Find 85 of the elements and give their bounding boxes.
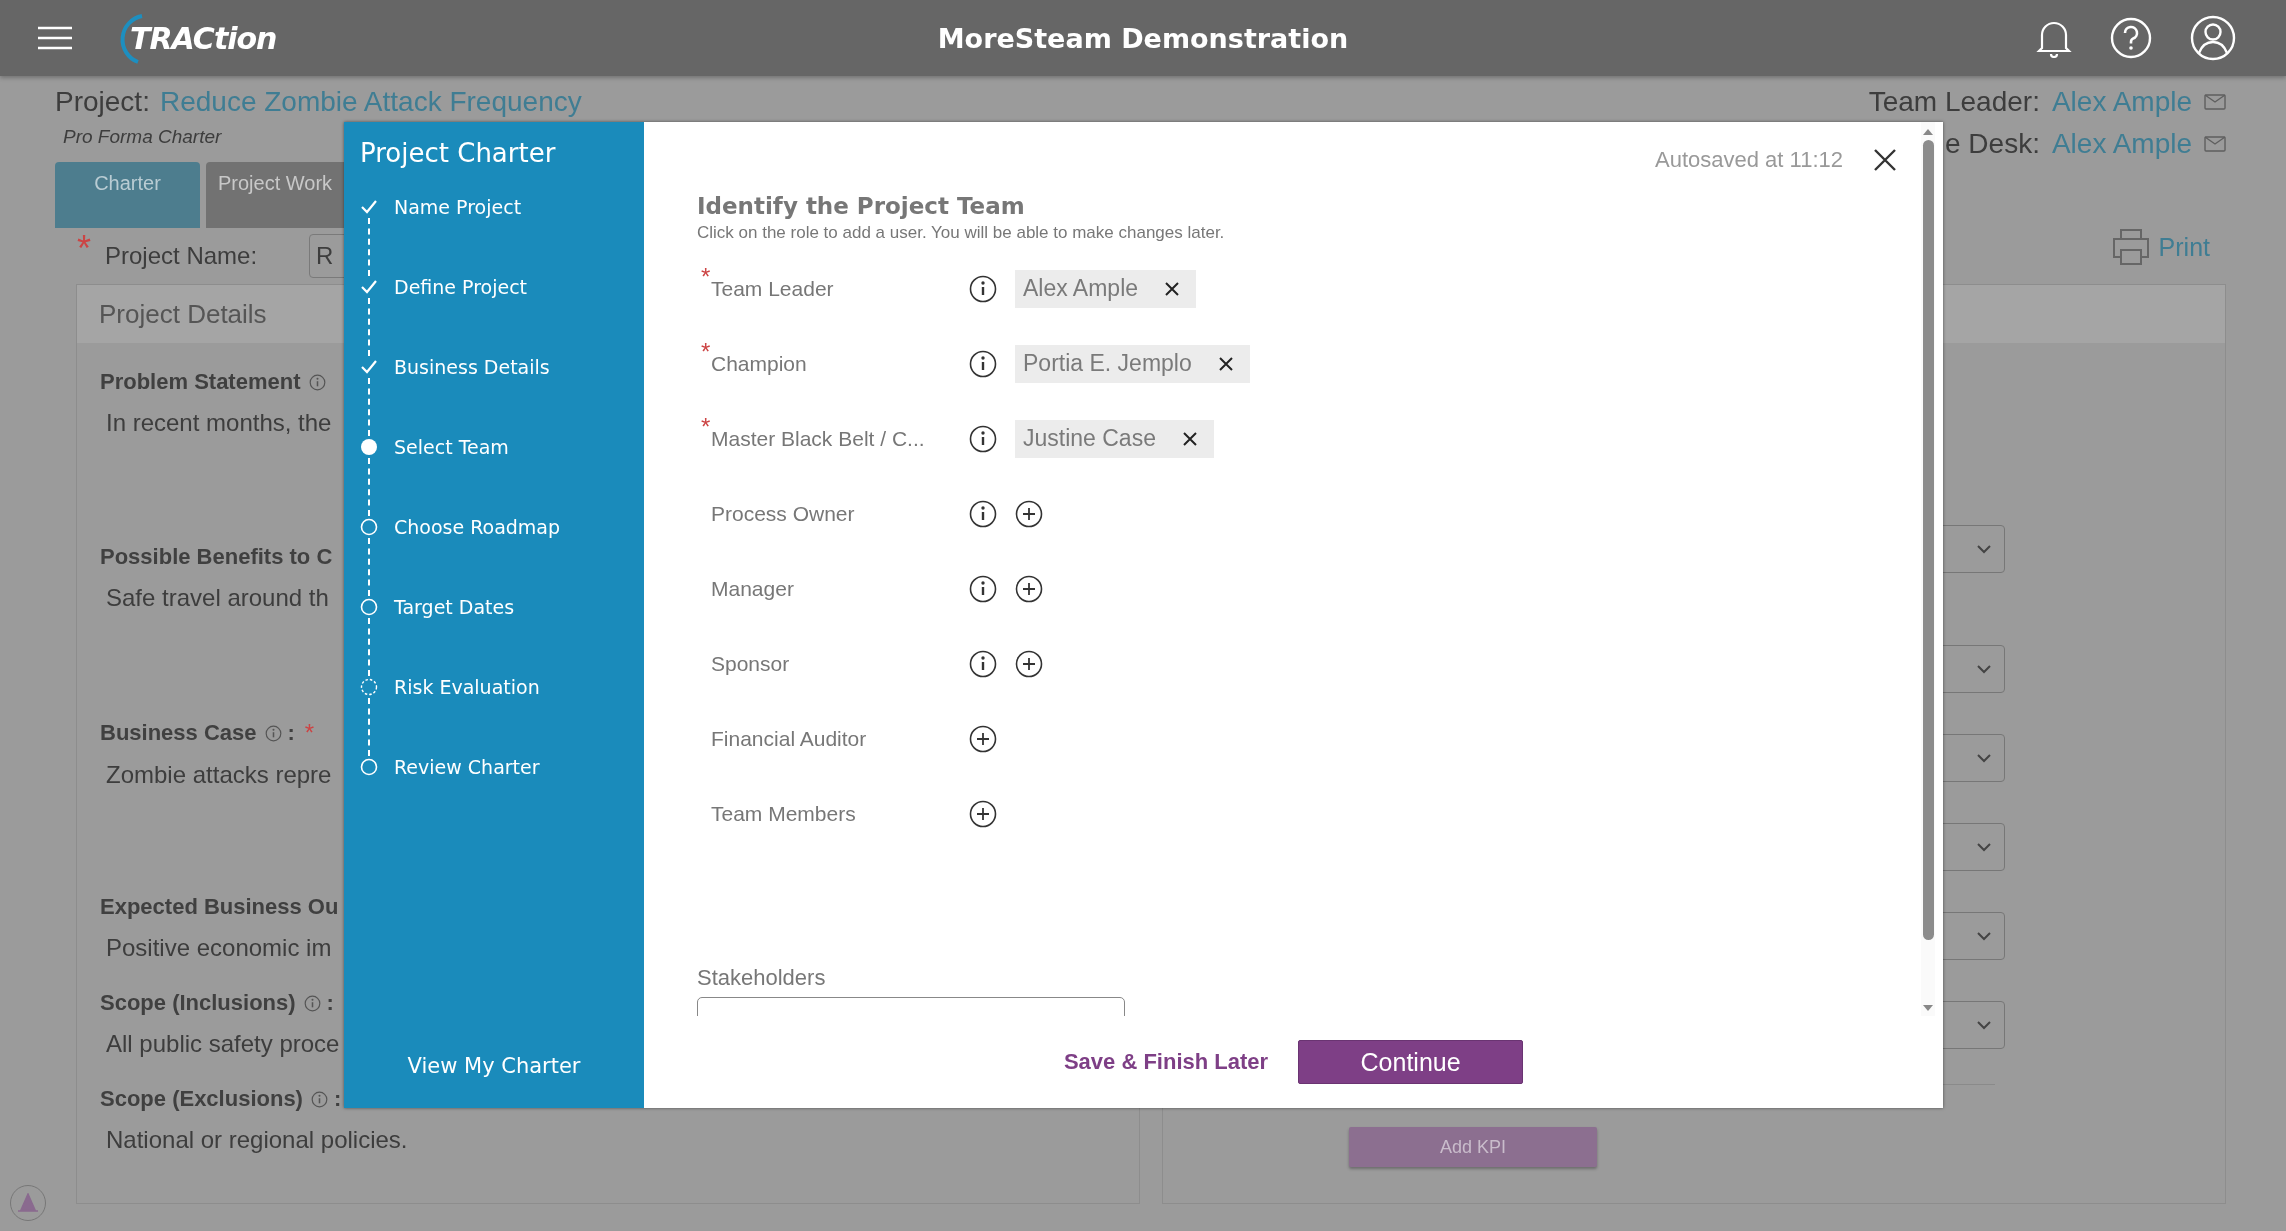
- required-mark: *: [77, 228, 91, 270]
- section-heading: Expected Business Ou: [100, 894, 339, 920]
- colon: :: [287, 720, 295, 746]
- tab[interactable]: Charter: [55, 162, 200, 228]
- panel-title: Project Details: [99, 298, 267, 330]
- user-name: Portia E. Jemplo: [1023, 350, 1192, 377]
- logo-text: TRACtion: [130, 20, 277, 56]
- chevron-down-icon: [1976, 931, 1992, 941]
- role-link[interactable]: Process Owner: [711, 501, 969, 526]
- role-link[interactable]: Champion: [711, 351, 969, 376]
- section-heading: Possible Benefits to C: [100, 544, 333, 570]
- add-kpi-button[interactable]: Add KPI: [1349, 1127, 1597, 1167]
- remove-icon[interactable]: [1217, 355, 1234, 372]
- required-mark: *: [701, 263, 711, 291]
- info-icon[interactable]: [969, 499, 997, 528]
- close-icon[interactable]: [1873, 148, 1897, 172]
- help-icon[interactable]: [2110, 17, 2152, 59]
- role-link[interactable]: Team Members: [711, 801, 969, 826]
- save-later-link[interactable]: Save & Finish Later: [1063, 1049, 1269, 1075]
- dialog-heading: Identify the Project Team: [697, 193, 1025, 219]
- user-name: Justine Case: [1023, 425, 1156, 452]
- section-heading: Business Case: [100, 720, 257, 746]
- required-mark: *: [701, 338, 711, 366]
- wizard-step[interactable]: Choose Roadmap: [394, 518, 561, 598]
- field-label: Stakeholders: [697, 965, 826, 991]
- section-text: National or regional policies.: [106, 1126, 408, 1154]
- wizard-step[interactable]: Risk Evaluation: [394, 678, 540, 758]
- info-icon[interactable]: [969, 349, 997, 378]
- colon: :: [333, 1086, 342, 1112]
- menu-icon[interactable]: [38, 26, 72, 50]
- chevron-down-icon: [1976, 842, 1992, 852]
- add-icon[interactable]: [969, 799, 997, 828]
- sidebar-title: Project Charter: [360, 138, 557, 168]
- wizard-step[interactable]: Target Dates: [394, 598, 515, 678]
- role-link[interactable]: Financial Auditor: [711, 726, 969, 751]
- chevron-down-icon: [1976, 664, 1992, 674]
- add-icon[interactable]: [1015, 499, 1043, 528]
- role-link[interactable]: Team Leader: [711, 276, 969, 301]
- wizard-step[interactable]: Name Project: [394, 198, 522, 278]
- section-text: All public safety proce: [106, 1030, 340, 1058]
- info-icon[interactable]: [969, 274, 997, 303]
- add-icon[interactable]: [969, 724, 997, 753]
- section-heading: Problem Statement: [100, 369, 301, 395]
- role-link[interactable]: Master Black Belt / C...: [711, 426, 969, 451]
- autosave-status: Autosaved at 11:12: [1655, 147, 1843, 173]
- role-link[interactable]: Manager: [711, 576, 969, 601]
- info-icon[interactable]: [969, 649, 997, 678]
- role-label: e Desk:: [1945, 128, 2040, 160]
- field-label: Project Name:: [105, 242, 258, 270]
- chevron-down-icon: [1976, 753, 1992, 763]
- view-charter-link[interactable]: View My Charter: [407, 1054, 581, 1078]
- wizard-step[interactable]: Define Project: [394, 278, 528, 358]
- user-name: Alex Ample: [1023, 275, 1139, 302]
- required-mark: *: [701, 413, 711, 441]
- colon: :: [326, 990, 334, 1016]
- printer-icon: [2110, 227, 2151, 267]
- required-mark: *: [304, 719, 315, 747]
- section-text: Safe travel around th: [106, 584, 329, 612]
- remove-icon[interactable]: [1181, 430, 1198, 447]
- wizard-step[interactable]: Review Charter: [394, 758, 540, 838]
- charter-type: Pro Forma Charter: [63, 126, 223, 148]
- user-icon[interactable]: [2190, 15, 2236, 61]
- wizard-step[interactable]: Business Details: [394, 358, 550, 438]
- wizard-step[interactable]: Select Team: [394, 438, 509, 518]
- instructions: Click on the role to add a user. You will be able to make changes later.: [697, 223, 1225, 243]
- section-heading: Scope (Exclusions): [100, 1086, 303, 1112]
- chevron-down-icon: [1976, 544, 1992, 554]
- project-label: Project:: [55, 86, 150, 118]
- role-label: Team Leader:: [1868, 86, 2040, 118]
- section-text: Positive economic im: [106, 934, 332, 962]
- section-text: In recent months, the: [106, 409, 332, 437]
- info-icon[interactable]: [969, 424, 997, 453]
- info-icon[interactable]: [969, 574, 997, 603]
- scroll-up-icon[interactable]: [1922, 128, 1934, 136]
- add-icon[interactable]: [1015, 574, 1043, 603]
- scrollbar[interactable]: [1921, 122, 1935, 1016]
- section-text: Zombie attacks repre: [106, 761, 332, 789]
- app-title: MoreSteam Demonstration: [937, 22, 1349, 54]
- add-icon[interactable]: [1015, 649, 1043, 678]
- scroll-down-icon[interactable]: [1922, 1004, 1934, 1012]
- role-link[interactable]: Sponsor: [711, 651, 969, 676]
- section-heading: Scope (Inclusions): [100, 990, 296, 1016]
- chevron-down-icon: [1976, 1020, 1992, 1030]
- continue-button[interactable]: Continue: [1298, 1040, 1524, 1084]
- remove-icon[interactable]: [1164, 280, 1181, 297]
